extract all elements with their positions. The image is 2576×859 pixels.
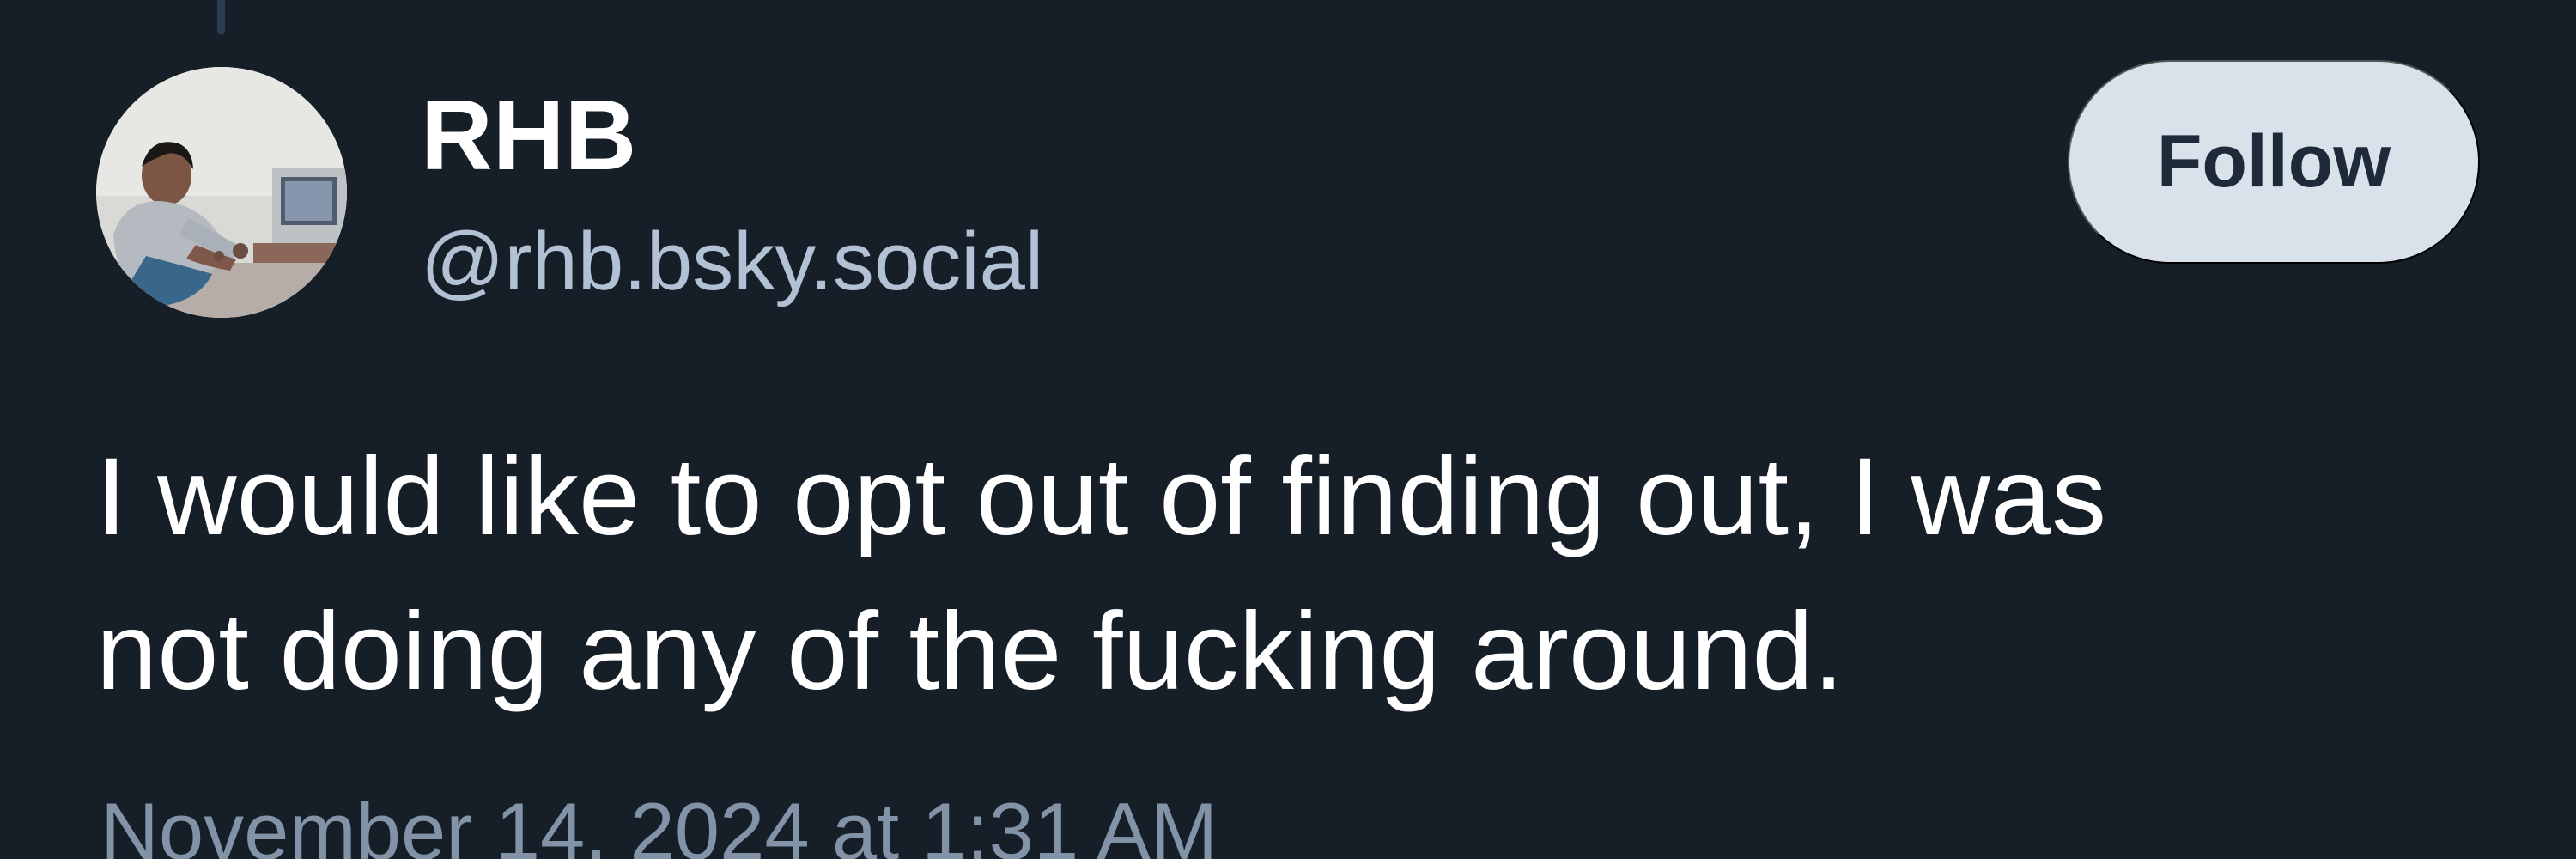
author-handle[interactable]: @rhb.bsky.social bbox=[421, 210, 1043, 314]
post-card: RHB @rhb.bsky.social Follow I would like… bbox=[0, 0, 2576, 859]
post-text: I would like to opt out of finding out, … bbox=[96, 436, 2106, 713]
thread-connector-line bbox=[217, 0, 225, 34]
post-timestamp[interactable]: November 14, 2024 at 1:31 AM bbox=[100, 780, 1218, 859]
avatar-photo-icon bbox=[96, 67, 347, 318]
author-display-name[interactable]: RHB bbox=[421, 79, 636, 191]
follow-button[interactable]: Follow bbox=[2068, 60, 2480, 264]
avatar[interactable] bbox=[96, 67, 347, 318]
